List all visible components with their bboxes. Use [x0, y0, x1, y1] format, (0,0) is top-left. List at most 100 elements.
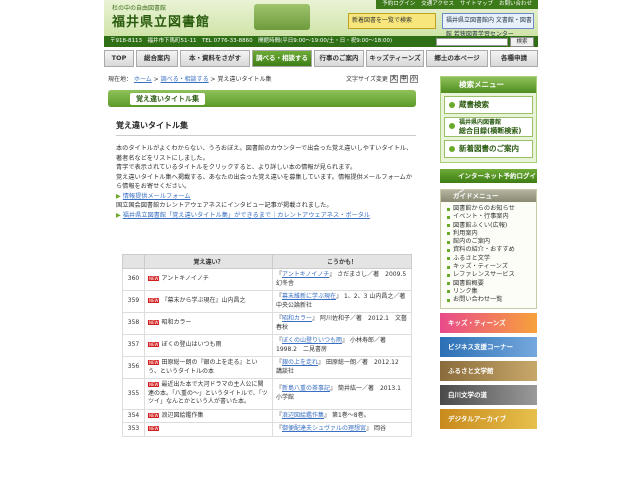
nav-find-books[interactable]: 本・資料をさがす: [180, 50, 250, 67]
wrong-title: 田原総一朗の『銀の上を走る』という、というタイトルの本: [148, 359, 258, 375]
guide-menu-item[interactable]: 資料の紹介・おすすめ: [447, 246, 530, 254]
site-logo[interactable]: 福井県立図書館: [112, 11, 210, 30]
wrong-title-cell: NEW アントキノイノチ: [144, 268, 273, 291]
breadcrumb-home[interactable]: ホーム: [134, 76, 152, 83]
guide-menu-list: 図書館からのお知らせ イベント・行事案内 図書館ふくい(広報) 利用案内 館内のご案内資…: [441, 202, 536, 308]
search-button[interactable]: 検索: [510, 37, 534, 47]
right-title-cell: 『ぼくの山登りいつも雨』 小林寿郎／著 1998.2 二見書房: [272, 334, 412, 357]
new-books-label: 新着図書のご案内: [459, 144, 519, 153]
hometown-literature-banner[interactable]: ふるさと文学館: [440, 360, 537, 381]
toplink-reserve-login[interactable]: 予約ログイン: [382, 0, 415, 9]
guide-menu-item[interactable]: イベント・行事案内: [447, 213, 530, 221]
guide-menu-item[interactable]: お問い合わせ一覧: [447, 296, 530, 304]
toplink-sitemap[interactable]: サイトマップ: [460, 0, 493, 9]
search-menu-heading: 検索メニュー: [441, 77, 536, 93]
new-books-banner[interactable]: 新着図書を一覧で検索: [348, 13, 436, 29]
intro-para-4: 国立国会図書館カレントアウェアネスにインタビュー記事が掲載されました。: [116, 202, 333, 209]
guide-menu-item[interactable]: 図書館概要: [447, 280, 530, 288]
new-badge: NEW: [148, 360, 160, 365]
book-link[interactable]: 昭和カラー: [282, 315, 312, 322]
book-link[interactable]: ぼくの山登りいつも雨: [282, 337, 342, 344]
row-number: 357: [122, 334, 145, 357]
shirakawa-literature-banner[interactable]: 白川文学の道: [440, 384, 537, 405]
new-badge: NEW: [148, 276, 160, 282]
guide-menu-item[interactable]: レファレンスサービス: [447, 271, 530, 279]
breadcrumb-research[interactable]: 調べる・相談する: [161, 76, 209, 83]
top-links: 予約ログイン 交通アクセス サイトマップ お問い合わせ: [376, 0, 538, 9]
table-row: 360 NEW アントキノイノチ 『アントキノイノチ』 さだまさし／著 2009.5 …: [122, 268, 412, 291]
book-link[interactable]: 御便配達夫シュヴァルの理想宮: [282, 425, 366, 432]
nav-top[interactable]: TOP: [104, 50, 134, 67]
row-number: 353: [122, 422, 145, 437]
toplink-contact[interactable]: お問い合わせ: [499, 0, 532, 9]
book-link[interactable]: 幕末維新に学ぶ現在: [282, 293, 336, 300]
nav-local-books[interactable]: 郷土の本ページ: [426, 50, 488, 67]
nav-kids-teens[interactable]: キッズティーンズ: [366, 50, 424, 67]
table-row: 358 NEW 昭和カラー 『昭和カラー』 阿川佐和子／著 2012.1 文藝春秋: [122, 312, 412, 335]
nav-general-info[interactable]: 総合案内: [136, 50, 178, 67]
library-building-image: [254, 4, 310, 30]
new-badge: NEW: [148, 382, 160, 387]
right-title-cell: 『浪辺図絵鑑作集』 第1巻〜8巻。: [272, 408, 412, 423]
wrong-title: 昭和カラー: [161, 319, 192, 327]
table-row: 357 NEW ぼくの登山はいつも雨 『ぼくの山登りいつも雨』 小林寿郎／著 1998…: [122, 334, 412, 357]
union-catalog-button[interactable]: 福井県内図書館 総合目録(横断検索): [444, 117, 533, 137]
guide-menu-item[interactable]: 利用案内: [447, 230, 530, 238]
font-size-medium-button[interactable]: 中: [399, 74, 408, 83]
internet-reserve-login-button[interactable]: インターネット予約ログイン: [440, 169, 537, 194]
book-link[interactable]: 銀の上を走れ: [282, 359, 318, 366]
right-title-cell: 『御便配達夫シュヴァルの理想宮』 岡谷: [272, 422, 412, 437]
new-badge: NEW: [148, 320, 160, 326]
right-title-cell: 『昭和カラー』 阿川佐和子／著 2012.1 文藝春秋: [272, 312, 412, 335]
font-size-control: 文字サイズ変更 大 中 小: [346, 74, 418, 83]
kids-teens-banner[interactable]: キッズ・ティーンズ: [440, 312, 537, 333]
page-title: 覚え違いタイトル集: [130, 93, 205, 105]
table-row: 356 NEW 田原総一朗の『銀の上を走る』という、というタイトルの本 『銀の上を走れ…: [122, 356, 412, 379]
wrong-title-cell: NEW 最近出た本で大河ドラマの主人公に関連の本。「八重の〜」というタイトルで、「…: [144, 378, 273, 410]
wrong-title-cell: NEW 昭和カラー: [144, 312, 273, 335]
row-number: 354: [122, 408, 145, 423]
table-row: 355 NEW 最近出た本で大河ドラマの主人公に関連の本。「八重の〜」というタイトル…: [122, 378, 412, 410]
guide-menu-heading: ガイドメニュー: [441, 190, 536, 202]
row-number: 356: [122, 356, 145, 379]
new-books-button[interactable]: 新着図書のご案内: [444, 140, 533, 158]
book-link[interactable]: 新島八重の茶事記: [282, 385, 330, 392]
guide-menu-item[interactable]: ふるさと文学: [447, 255, 530, 263]
header: 杜の中の自由図書館 福井県立図書館 予約ログイン 交通アクセス サイトマップ お…: [104, 0, 538, 38]
col-wrong: 覚え違い？: [144, 254, 273, 269]
font-size-large-button[interactable]: 大: [389, 74, 398, 83]
business-support-banner[interactable]: ビジネス支援コーナー: [440, 336, 537, 357]
right-title-cell: 『新島八重の茶事記』 筒井紘一／著 2013.1 小学館: [272, 378, 412, 410]
wrong-title-cell: NEW 浪辺図絵鑑作集: [144, 408, 273, 423]
wrong-title-cell: NEW: [144, 422, 273, 437]
catalog-search-button[interactable]: 蔵書検索: [444, 96, 533, 114]
current-awareness-link[interactable]: 福井県立図書館「覚え違いタイトル集」ができるまで｜カレントアウェアネス・ポータル: [123, 212, 370, 219]
right-title-cell: 『幕末維新に学ぶ現在』 1、2、3 山内昌之／著 中央公論新社: [272, 290, 412, 313]
search-menu-box: 検索メニュー 蔵書検索 福井県内図書館 総合目録(横断検索) 新着図書のご案内: [440, 76, 537, 163]
catalog-search-label: 蔵書検索: [459, 100, 489, 109]
wakasa-center-banner[interactable]: 福井県立図書館内 文書館・図書館 若狭図書学習センター: [442, 13, 534, 38]
new-badge: NEW: [148, 342, 160, 348]
info-form-link[interactable]: 情報提供メールフォーム: [123, 193, 191, 200]
font-size-small-button[interactable]: 小: [409, 74, 418, 83]
bullet-icon: [449, 123, 455, 129]
col-num: [122, 254, 145, 269]
breadcrumb-current: 覚え違いタイトル集: [217, 76, 272, 83]
wrong-title: 浪辺図絵鑑作集: [161, 411, 204, 419]
nav-applications[interactable]: 各種申請: [490, 50, 538, 67]
intro-text: 本のタイトルがよくわからない、うろおぼえ。図書館のカウンターで出会った覚え違いし…: [116, 144, 416, 220]
row-number: 355: [122, 378, 145, 410]
union-catalog-sub: 福井県内図書館: [459, 119, 502, 126]
guide-menu-item[interactable]: 図書館ふくい(広報): [447, 222, 530, 230]
digital-archive-banner[interactable]: デジタルアーカイブ: [440, 408, 537, 429]
new-badge: NEW: [148, 298, 160, 304]
font-size-label: 文字サイズ変更: [346, 76, 388, 83]
book-link[interactable]: アントキノイノチ: [282, 271, 329, 278]
nav-events[interactable]: 行事のご案内: [314, 50, 364, 67]
site-search-input[interactable]: [436, 38, 508, 46]
nav-research[interactable]: 調べる・相談する: [252, 50, 312, 67]
book-link[interactable]: 浪辺図絵鑑作集: [282, 412, 324, 419]
col-right: こうかも！: [272, 254, 412, 269]
toplink-access[interactable]: 交通アクセス: [421, 0, 454, 9]
table-row: 354 NEW 浪辺図絵鑑作集 『浪辺図絵鑑作集』 第1巻〜8巻。: [122, 408, 412, 423]
